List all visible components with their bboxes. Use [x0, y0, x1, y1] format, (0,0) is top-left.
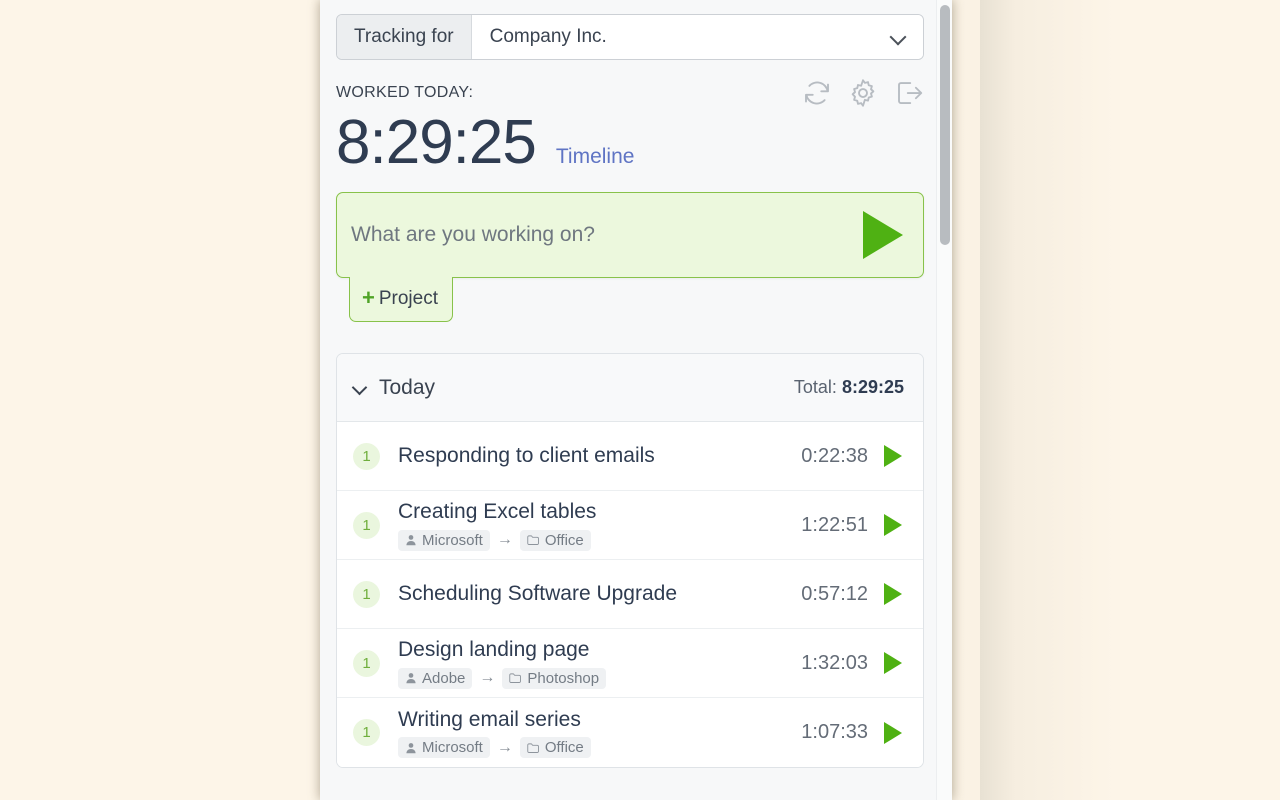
plus-icon: + [362, 285, 375, 311]
entry-rows-container: 1 Responding to client emails 0:22:38 1 Crea… [337, 422, 923, 768]
entry-title[interactable]: Creating Excel tables [398, 499, 801, 525]
day-collapse-toggle[interactable]: Today [353, 376, 435, 400]
add-project-label: Project [378, 288, 438, 310]
play-icon [884, 514, 902, 537]
play-icon [884, 583, 902, 606]
worked-today-timer: 8:29:25 [336, 108, 537, 177]
meta-arrow-icon: → [496, 531, 513, 549]
day-label: Today [379, 375, 436, 399]
play-icon [863, 211, 903, 260]
table-row[interactable]: 1 Writing email series Microsoft → Office 1:0… [337, 698, 923, 768]
entry-count-badge[interactable]: 1 [353, 649, 380, 677]
tracking-for-label: Tracking for [337, 15, 472, 59]
start-timer-button[interactable] [855, 210, 911, 260]
entry-title[interactable]: Scheduling Software Upgrade [398, 581, 801, 607]
refresh-icon[interactable] [802, 78, 832, 108]
add-project-button[interactable]: + Project [349, 277, 453, 323]
play-icon [884, 721, 902, 744]
worked-today-label: WORKED TODAY: [336, 84, 474, 101]
chevron-down-icon [353, 381, 367, 395]
resume-timer-button[interactable] [882, 721, 904, 745]
client-name: Microsoft [422, 739, 483, 757]
client-chip[interactable]: Microsoft [398, 737, 490, 759]
entry-duration: 1:32:03 [801, 651, 868, 674]
person-icon [406, 673, 416, 684]
entry-meta: Microsoft → Office [398, 529, 801, 551]
table-row[interactable]: 1 Responding to client emails 0:22:38 [337, 422, 923, 492]
client-chip[interactable]: Microsoft [398, 529, 490, 551]
entry-count-badge[interactable]: 1 [353, 511, 380, 539]
top-icon-group [802, 78, 924, 108]
entry-main: Scheduling Software Upgrade [398, 581, 801, 607]
entry-meta: Microsoft → Office [398, 737, 801, 759]
task-description-input[interactable] [351, 223, 855, 248]
entries-card: Today Total: 8:29:25 1 Responding to clie… [336, 353, 924, 769]
chevron-down-icon [891, 29, 907, 45]
day-group-header: Today Total: 8:29:25 [337, 354, 923, 423]
project-chip[interactable]: Office [519, 737, 591, 759]
page-background-right [980, 0, 1280, 800]
project-chip[interactable]: Office [519, 529, 591, 551]
entry-duration: 1:22:51 [801, 513, 868, 536]
table-row[interactable]: 1 Scheduling Software Upgrade 0:57:12 [337, 560, 923, 630]
project-name: Photoshop [527, 669, 600, 687]
worked-today-row: WORKED TODAY: [336, 78, 924, 108]
meta-arrow-icon: → [496, 738, 513, 756]
person-icon [406, 742, 416, 753]
entry-main: Responding to client emails [398, 443, 801, 469]
day-total-label: Total: [793, 377, 837, 398]
entry-duration: 0:57:12 [801, 582, 868, 605]
timer-row: 8:29:25 Timeline [336, 110, 924, 175]
entry-count-badge[interactable]: 1 [353, 580, 380, 608]
resume-timer-button[interactable] [882, 582, 904, 606]
client-chip[interactable]: Adobe [398, 667, 473, 689]
entry-main: Writing email series Microsoft → Office [398, 707, 801, 759]
entry-count-badge[interactable]: 1 [353, 719, 380, 747]
new-entry-area: + Project [336, 192, 924, 323]
client-name: Microsoft [422, 531, 483, 549]
new-entry-box [336, 192, 924, 279]
day-total-value: 8:29:25 [841, 377, 904, 398]
folder-icon [527, 535, 539, 546]
entry-title[interactable]: Design landing page [398, 637, 801, 663]
client-name: Adobe [422, 669, 466, 687]
entry-meta: Adobe → Photoshop [398, 667, 801, 689]
entry-duration: 0:22:38 [801, 444, 868, 467]
project-name: Office [544, 531, 584, 549]
company-select[interactable]: Company Inc. [471, 15, 923, 59]
entry-duration: 1:07:33 [801, 721, 868, 744]
person-icon [406, 535, 416, 546]
folder-icon [509, 673, 522, 684]
entry-main: Design landing page Adobe → Photoshop [398, 637, 801, 689]
logout-icon[interactable] [894, 78, 924, 108]
app-content: Tracking for Company Inc. WORKED TODAY: [320, 0, 940, 800]
app-window: Tracking for Company Inc. WORKED TODAY: [320, 0, 952, 800]
project-name: Office [544, 739, 584, 757]
table-row[interactable]: 1 Design landing page Adobe → Photoshop 1:32:… [337, 629, 923, 699]
resume-timer-button[interactable] [882, 513, 904, 537]
play-icon [884, 652, 902, 675]
folder-icon [527, 743, 539, 753]
company-select-value: Company Inc. [489, 26, 607, 47]
resume-timer-button[interactable] [882, 444, 904, 468]
resume-timer-button[interactable] [882, 651, 904, 675]
tracking-for-row: Tracking for Company Inc. [336, 14, 924, 60]
entry-count-badge[interactable]: 1 [353, 442, 380, 470]
meta-arrow-icon: → [479, 669, 496, 687]
day-total: Total: 8:29:25 [794, 377, 904, 398]
scrollbar-thumb[interactable] [940, 5, 950, 245]
entry-title[interactable]: Responding to client emails [398, 443, 801, 469]
settings-gear-icon[interactable] [848, 78, 878, 108]
scrollbar-track[interactable] [936, 0, 952, 800]
project-chip[interactable]: Photoshop [502, 667, 607, 689]
entry-main: Creating Excel tables Microsoft → Office [398, 499, 801, 551]
play-icon [884, 445, 902, 468]
timeline-link[interactable]: Timeline [556, 145, 635, 169]
entry-title[interactable]: Writing email series [398, 707, 801, 733]
table-row[interactable]: 1 Creating Excel tables Microsoft → Office 1:… [337, 491, 923, 561]
